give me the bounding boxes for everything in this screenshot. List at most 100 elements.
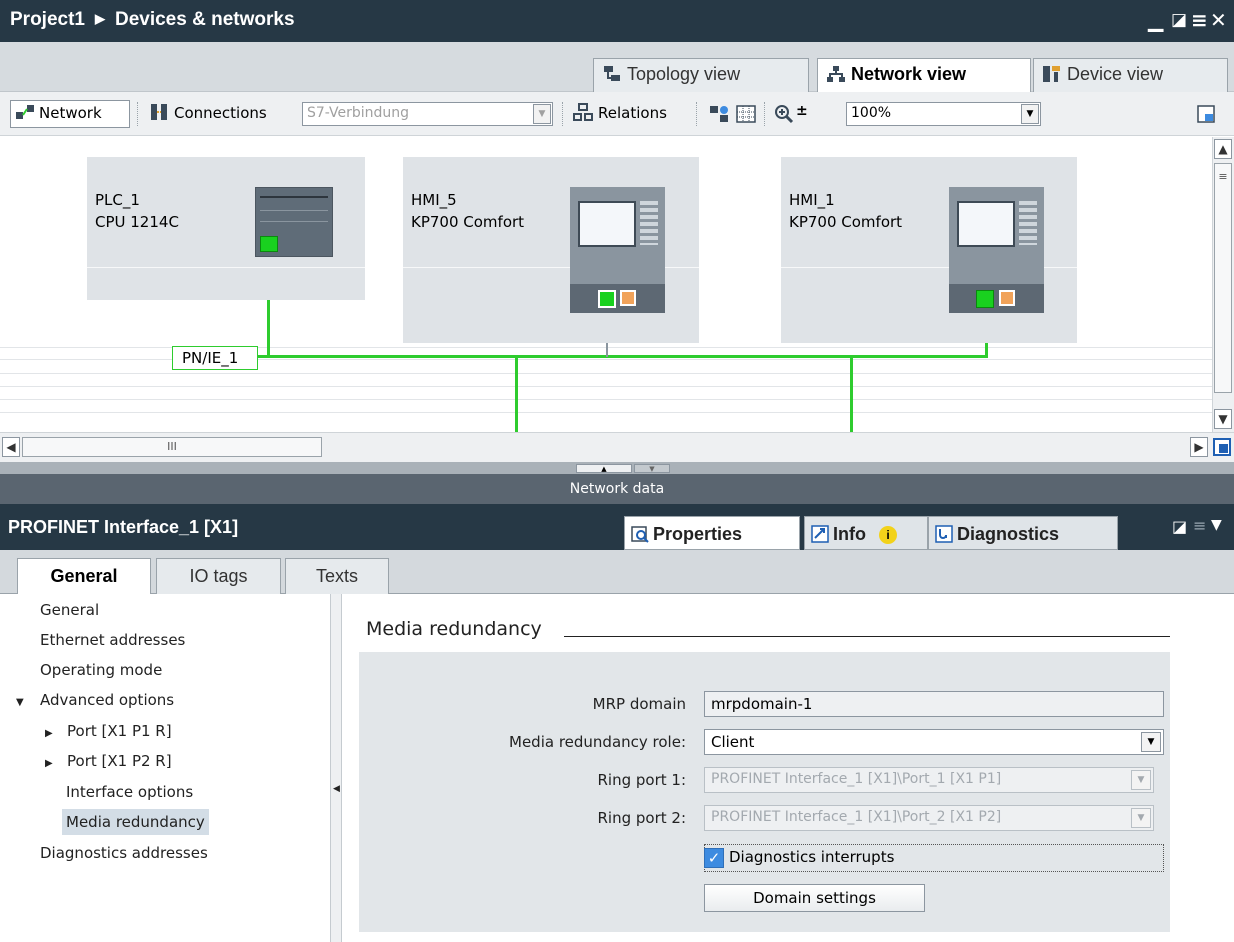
collapsed-triangle-icon[interactable]: ▶ [45,751,59,777]
overview-navigation-icon[interactable] [1196,104,1216,124]
device-type: KP700 Comfort [411,213,525,231]
mrp-domain-label: MRP domain [592,695,686,713]
nav-item-general[interactable]: General [0,597,103,623]
hmi-port-area [570,284,665,313]
connections-icon [151,104,167,120]
float-window-icon[interactable]: ◪ [1172,517,1187,536]
maximize-icon[interactable]: ≡ [1191,8,1208,32]
breadcrumb-section: Devices & networks [114,9,295,30]
hmi-port-icon[interactable] [598,290,616,308]
breadcrumb-separator-icon: ▶ [94,11,105,26]
connection-type-select[interactable]: S7-Verbindung ▼ [302,102,553,126]
tab-network-view[interactable]: Network view [817,58,1031,93]
pn-ie-1-bus-line[interactable] [258,355,988,358]
overview-icon[interactable] [1213,438,1231,456]
network-data-bar[interactable]: Network data [0,474,1234,504]
vertical-scroll-thumb[interactable]: ≡ [1214,163,1232,393]
media-redundancy-role-label: Media redundancy role: [509,733,686,751]
device-type: CPU 1214C [95,213,179,231]
tab-diagnostics[interactable]: Diagnostics [928,516,1118,550]
tab-info[interactable]: Info i [804,516,928,550]
nav-item-port-x1-p1[interactable]: ▶ Port [X1 P1 R] [0,718,176,744]
close-icon[interactable]: ✕ [1210,8,1227,32]
media-redundancy-panel: MRP domain mrpdomain-1 Media redundancy … [359,652,1170,932]
subnet-label[interactable]: PN/IE_1 [172,346,258,370]
title-bar: Project1 ▶ Devices & networks ▁ ◪ ≡ ✕ [0,0,1234,42]
media-redundancy-role-select[interactable]: Client ▼ [704,729,1164,755]
subtab-general[interactable]: General [17,558,151,595]
nav-item-label: Ethernet addresses [40,631,186,649]
collapse-left-icon[interactable]: ◀ [333,784,340,794]
plc-port-icon[interactable] [260,236,278,252]
tab-topology-view[interactable]: Topology view [593,58,809,92]
subtab-texts[interactable]: Texts [285,558,389,594]
connection-type-value: S7-Verbindung [307,105,410,121]
zoom-select[interactable]: 100% ▼ [846,102,1041,126]
ring-port-2-select[interactable]: PROFINET Interface_1 [X1]\Port_2 [X1 P2]… [704,805,1154,831]
hmi-port-icon[interactable] [976,290,994,308]
float-window-icon[interactable]: ◪ [1171,8,1187,32]
chevron-down-icon[interactable]: ▼ [533,104,551,124]
diagnostics-interrupts-checkbox[interactable]: ✓ [704,848,724,868]
chevron-down-icon[interactable]: ▼ [1131,770,1151,790]
diagnostics-interrupts-label[interactable]: Diagnostics interrupts [729,848,894,866]
network-canvas[interactable]: PLC_1 CPU 1214C HMI_5 KP700 Comfort HMI_ [0,137,1212,432]
tab-device-view[interactable]: Device view [1033,58,1228,92]
collapsed-triangle-icon[interactable]: ▶ [45,721,59,747]
navigation-splitter[interactable]: ◀ [330,594,342,942]
maximize-icon[interactable]: ≡ [1193,516,1206,535]
nav-item-label: Port [X1 P2 R] [67,752,172,770]
hmi-port-icon[interactable] [999,290,1015,306]
zoom-step-icon[interactable]: ± [796,103,808,119]
nav-item-media-redundancy[interactable]: Media redundancy [62,809,209,835]
device-plc-1[interactable]: PLC_1 CPU 1214C [87,157,365,300]
view-tab-strip: Topology view Network view Device view [0,42,1234,93]
canvas-horizontal-scrollbar[interactable]: ◀ III ▶ [0,432,1234,462]
scroll-left-icon[interactable]: ◀ [2,437,20,457]
subtab-io-tags[interactable]: IO tags [156,558,281,594]
scroll-right-icon[interactable]: ▶ [1190,437,1208,457]
collapse-down-icon[interactable]: ▼ [634,464,670,473]
zoom-in-icon[interactable] [773,103,795,125]
editor-splitter[interactable]: ▲ ▼ [0,462,1234,474]
minimize-icon[interactable]: ▁ [1148,8,1163,32]
nav-item-ethernet-addresses[interactable]: Ethernet addresses [0,627,189,653]
network-toolbar: Network Connections S7-Verbindung ▼ Rela… [0,92,1234,136]
breadcrumb-project[interactable]: Project1 [10,9,85,30]
scroll-down-icon[interactable]: ▼ [1214,409,1232,429]
device-name: HMI_5 [411,191,457,209]
nav-item-interface-options[interactable]: Interface options [0,779,197,805]
device-hmi-1[interactable]: HMI_1 KP700 Comfort [781,157,1077,343]
chevron-down-icon[interactable]: ▼ [1131,808,1151,828]
network-mode-button[interactable]: Network [10,100,130,128]
nav-item-label: Operating mode [40,661,163,679]
chevron-down-icon[interactable]: ▼ [1141,732,1161,752]
tab-properties[interactable]: Properties [624,516,800,550]
expanded-triangle-icon[interactable]: ▼ [16,690,30,716]
horizontal-scroll-thumb[interactable]: III [22,437,322,457]
ring-port-1-select[interactable]: PROFINET Interface_1 [X1]\Port_1 [X1 P1]… [704,767,1154,793]
chevron-down-icon[interactable]: ▼ [1021,104,1039,124]
nav-item-advanced-options[interactable]: ▼ Advanced options [0,687,178,713]
collapse-icon[interactable]: ▼ [1211,517,1222,533]
nav-item-label: Media redundancy [66,813,205,831]
mrp-domain-field[interactable]: mrpdomain-1 [704,691,1164,717]
grid-view-icon[interactable] [735,104,757,124]
tab-network-view-label: Network view [851,64,967,84]
info-warning-icon: i [879,526,898,544]
nav-item-port-x1-p2[interactable]: ▶ Port [X1 P2 R] [0,748,176,774]
nav-item-diagnostics-addresses[interactable]: Diagnostics addresses [0,840,212,866]
scroll-up-icon[interactable]: ▲ [1214,139,1232,159]
device-hmi-5[interactable]: HMI_5 KP700 Comfort [403,157,699,343]
topology-icon [604,66,620,81]
nav-item-operating-mode[interactable]: Operating mode [0,657,166,683]
network-mode-label: Network [39,104,102,122]
show-address-icon[interactable] [708,104,730,124]
collapse-up-icon[interactable]: ▲ [576,464,632,473]
canvas-vertical-scrollbar[interactable]: ▲ ≡ ▼ [1212,137,1234,432]
relations-button[interactable]: Relations [569,100,671,128]
hmi-port-icon[interactable] [620,290,636,306]
domain-settings-button[interactable]: Domain settings [704,884,925,912]
device-label: HMI_5 KP700 Comfort [411,189,524,233]
connections-button[interactable]: Connections [145,100,271,128]
